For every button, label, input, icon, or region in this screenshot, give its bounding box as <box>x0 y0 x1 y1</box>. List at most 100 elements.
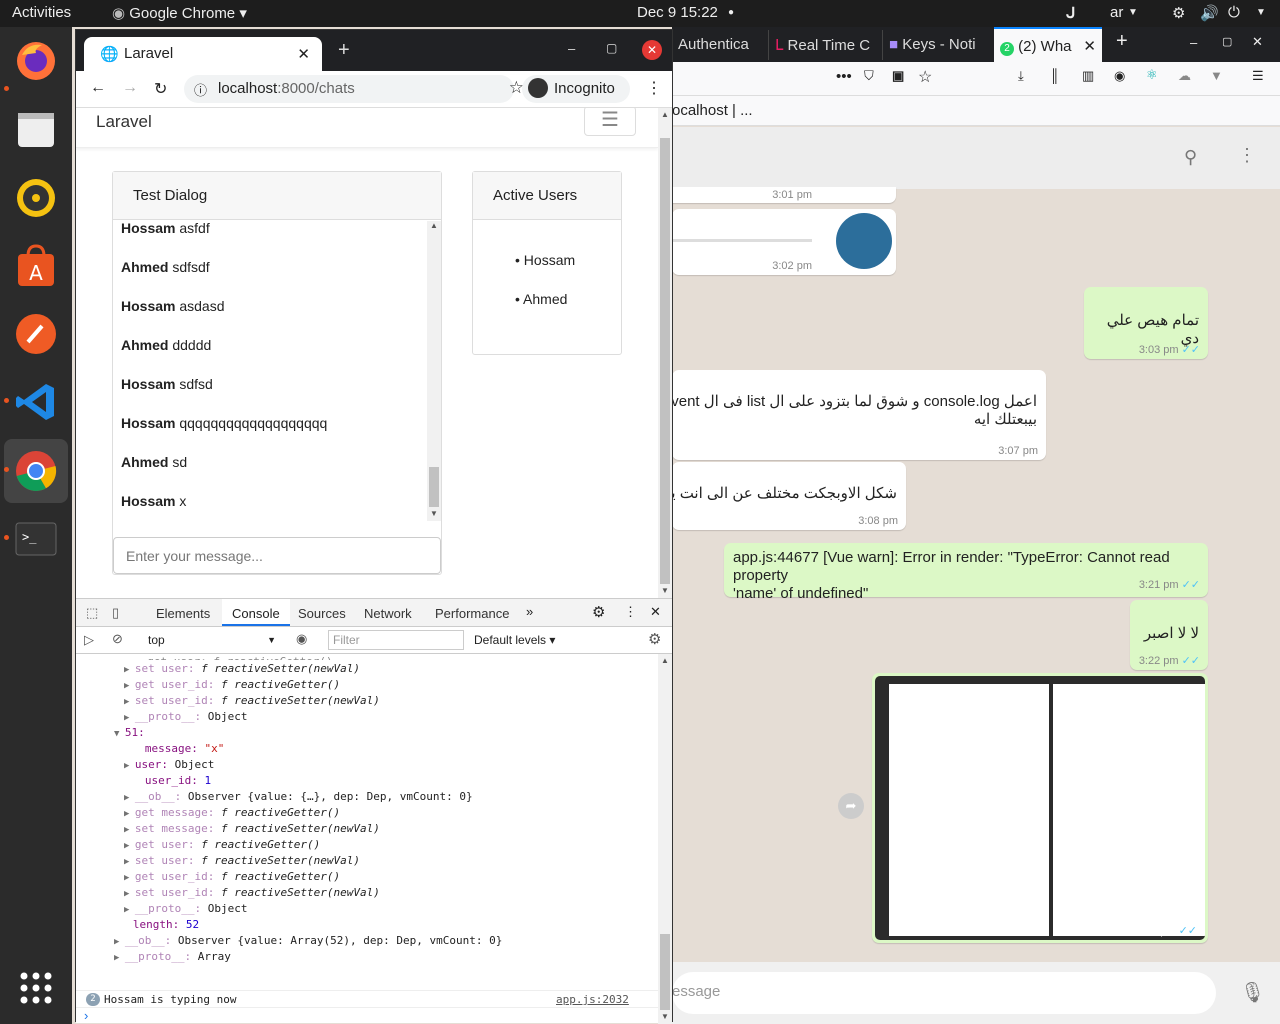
close-icon[interactable]: ✕ <box>1252 34 1263 50</box>
microphone-icon[interactable]: 🎙 <box>1240 980 1265 1005</box>
scroll-down-icon[interactable]: ▼ <box>661 1012 669 1021</box>
console-line[interactable]: ▶ set user_id: f reactiveSetter(newVal) <box>124 693 380 709</box>
b-extension-icon[interactable]: ▣ <box>892 68 904 84</box>
tab-laravel[interactable]: 🌐 Laravel ✕ <box>84 37 322 71</box>
scroll-down-icon[interactable]: ▼ <box>430 509 438 518</box>
voice-progress-bar[interactable] <box>672 239 812 242</box>
more-icon[interactable]: ••• <box>836 68 852 85</box>
extension-icon[interactable]: ☁ <box>1178 68 1191 84</box>
clear-console-icon[interactable]: ⊘ <box>112 631 123 647</box>
tray-app-icon[interactable]: ᒍ <box>1066 4 1075 22</box>
rhythmbox-icon[interactable] <box>12 174 60 222</box>
close-icon[interactable]: ✕ <box>297 45 310 63</box>
bookmark-item[interactable]: ocalhost | ... <box>672 102 753 119</box>
new-tab-icon[interactable]: + <box>338 39 350 62</box>
collapsed-caret-icon[interactable]: ▶ <box>124 697 135 707</box>
inspect-icon[interactable]: ⬚ <box>86 605 98 621</box>
network-icon[interactable]: ⚙ <box>1172 4 1185 22</box>
menu-icon[interactable]: ⋮ <box>1238 145 1256 166</box>
collapsed-caret-icon[interactable]: ▶ <box>114 953 125 963</box>
activities-button[interactable]: Activities <box>12 4 71 21</box>
close-icon[interactable]: ✕ <box>650 604 661 620</box>
collapsed-caret-icon[interactable]: ▶ <box>114 937 125 947</box>
console-line[interactable]: ▶ set user_id: f reactiveSetter(newVal) <box>124 885 380 901</box>
minimize-icon[interactable]: – <box>568 41 575 56</box>
collapsed-caret-icon[interactable]: ▶ <box>124 809 135 819</box>
pocket-icon[interactable]: ⛉ <box>864 68 874 84</box>
forward-icon[interactable]: → <box>122 79 138 97</box>
console-line[interactable]: ▶ get user_id: f reactiveGetter() <box>124 869 340 885</box>
collapsed-caret-icon[interactable]: ▶ <box>124 665 135 675</box>
input-language[interactable]: ar <box>1110 4 1123 21</box>
tab-elements[interactable]: Elements <box>156 599 210 626</box>
expanded-caret-icon[interactable]: ▼ <box>114 729 125 739</box>
postman-icon[interactable] <box>12 310 60 358</box>
console-line[interactable]: ▶ get user: f reactiveGetter() <box>124 837 320 853</box>
search-icon[interactable]: ⚲ <box>1184 147 1197 168</box>
scrollbar-thumb[interactable] <box>660 934 670 1010</box>
console-line[interactable]: user_id: 1 <box>134 773 211 789</box>
tab-authentica[interactable]: Authentica <box>672 30 760 60</box>
apps-grid-icon[interactable] <box>12 964 60 1012</box>
scroll-up-icon[interactable]: ▲ <box>430 221 438 230</box>
console-scrollbar[interactable]: ▲ ▼ <box>658 654 672 1024</box>
gear-icon[interactable]: ⚙ <box>592 603 605 621</box>
message-input[interactable]: essage <box>672 972 1216 1014</box>
brand[interactable]: Laravel <box>96 112 152 132</box>
star-icon[interactable]: ☆ <box>918 67 932 87</box>
console-line[interactable]: ▶ __proto__: Object <box>124 901 247 917</box>
scroll-up-icon[interactable]: ▲ <box>661 656 669 665</box>
scrollbar[interactable]: ▲ ▼ <box>427 221 441 521</box>
app-menu[interactable]: ◉ Google Chrome ▾ <box>112 4 247 22</box>
console-line[interactable]: ▶ get user_id: f reactiveGetter() <box>124 677 340 693</box>
levels-select[interactable]: Default levels ▾ <box>474 633 555 647</box>
collapsed-caret-icon[interactable]: ▶ <box>124 825 135 835</box>
vscode-icon[interactable] <box>12 378 60 426</box>
collapsed-caret-icon[interactable]: ▶ <box>124 889 135 899</box>
close-icon[interactable]: ✕ <box>1083 37 1096 55</box>
console-line[interactable]: ▶ set user: f reactiveSetter(newVal) <box>124 661 360 677</box>
sidebar-icon[interactable]: ▥ <box>1082 68 1094 84</box>
console-line[interactable]: message: "x" <box>134 741 224 757</box>
incognito-indicator[interactable]: Incognito <box>522 75 630 103</box>
volume-icon[interactable]: 🔊 <box>1200 4 1219 22</box>
tab-real-time[interactable]: ᒪ Real Time C <box>768 30 872 60</box>
console-line[interactable]: length: 52 <box>122 917 199 933</box>
eye-icon[interactable]: ◉ <box>296 631 307 647</box>
console-line[interactable]: ▶ __proto__: Array <box>114 949 231 965</box>
console-line[interactable]: ▶ __proto__: Object <box>124 709 247 725</box>
message-input[interactable]: Enter your message... <box>113 537 441 574</box>
console-line[interactable]: ▶ user: Object <box>124 757 214 773</box>
console-line[interactable]: ▼ 51: <box>114 725 151 741</box>
collapsed-caret-icon[interactable]: ▶ <box>124 681 135 691</box>
firefox-icon[interactable] <box>12 37 60 85</box>
vue-devtools-icon[interactable]: ▼ <box>1210 68 1223 83</box>
tab-whatsapp[interactable]: 2 (2) Wha ✕ <box>994 27 1102 62</box>
scroll-down-icon[interactable]: ▼ <box>661 586 669 595</box>
library-icon[interactable]: ║ <box>1050 68 1059 83</box>
filter-input[interactable]: Filter <box>328 630 464 650</box>
files-icon[interactable] <box>12 106 60 154</box>
page-scrollbar[interactable]: ▲ ▼ <box>658 108 672 598</box>
console-line[interactable]: ▶ set message: f reactiveSetter(newVal) <box>124 821 380 837</box>
software-icon[interactable]: A <box>12 242 60 290</box>
close-icon[interactable]: ✕ <box>642 40 662 60</box>
collapsed-caret-icon[interactable]: ▶ <box>124 793 135 803</box>
scrollbar-thumb[interactable] <box>429 467 439 507</box>
terminal-icon[interactable]: >_ <box>12 515 60 563</box>
download-icon[interactable]: ⤓ <box>1018 68 1024 84</box>
collapsed-caret-icon[interactable]: ▶ <box>124 841 135 851</box>
sidebar-toggle-icon[interactable]: ▷ <box>84 632 94 648</box>
device-icon[interactable]: ▯ <box>112 605 119 621</box>
reload-icon[interactable]: ↻ <box>154 79 167 99</box>
scrollbar-thumb[interactable] <box>660 138 670 584</box>
forward-icon[interactable]: ➦ <box>838 793 864 819</box>
collapsed-caret-icon[interactable]: ▶ <box>124 873 135 883</box>
maximize-icon[interactable]: ▢ <box>606 41 617 55</box>
clock[interactable]: Dec 9 15:22 <box>637 4 718 21</box>
power-icon[interactable]: ⏻ <box>1228 4 1240 21</box>
more-tabs-icon[interactable]: » <box>526 604 533 619</box>
collapsed-caret-icon[interactable]: ▶ <box>124 713 135 723</box>
menu-icon[interactable]: ⋮ <box>624 604 637 620</box>
tab-console[interactable]: Console <box>222 599 290 626</box>
